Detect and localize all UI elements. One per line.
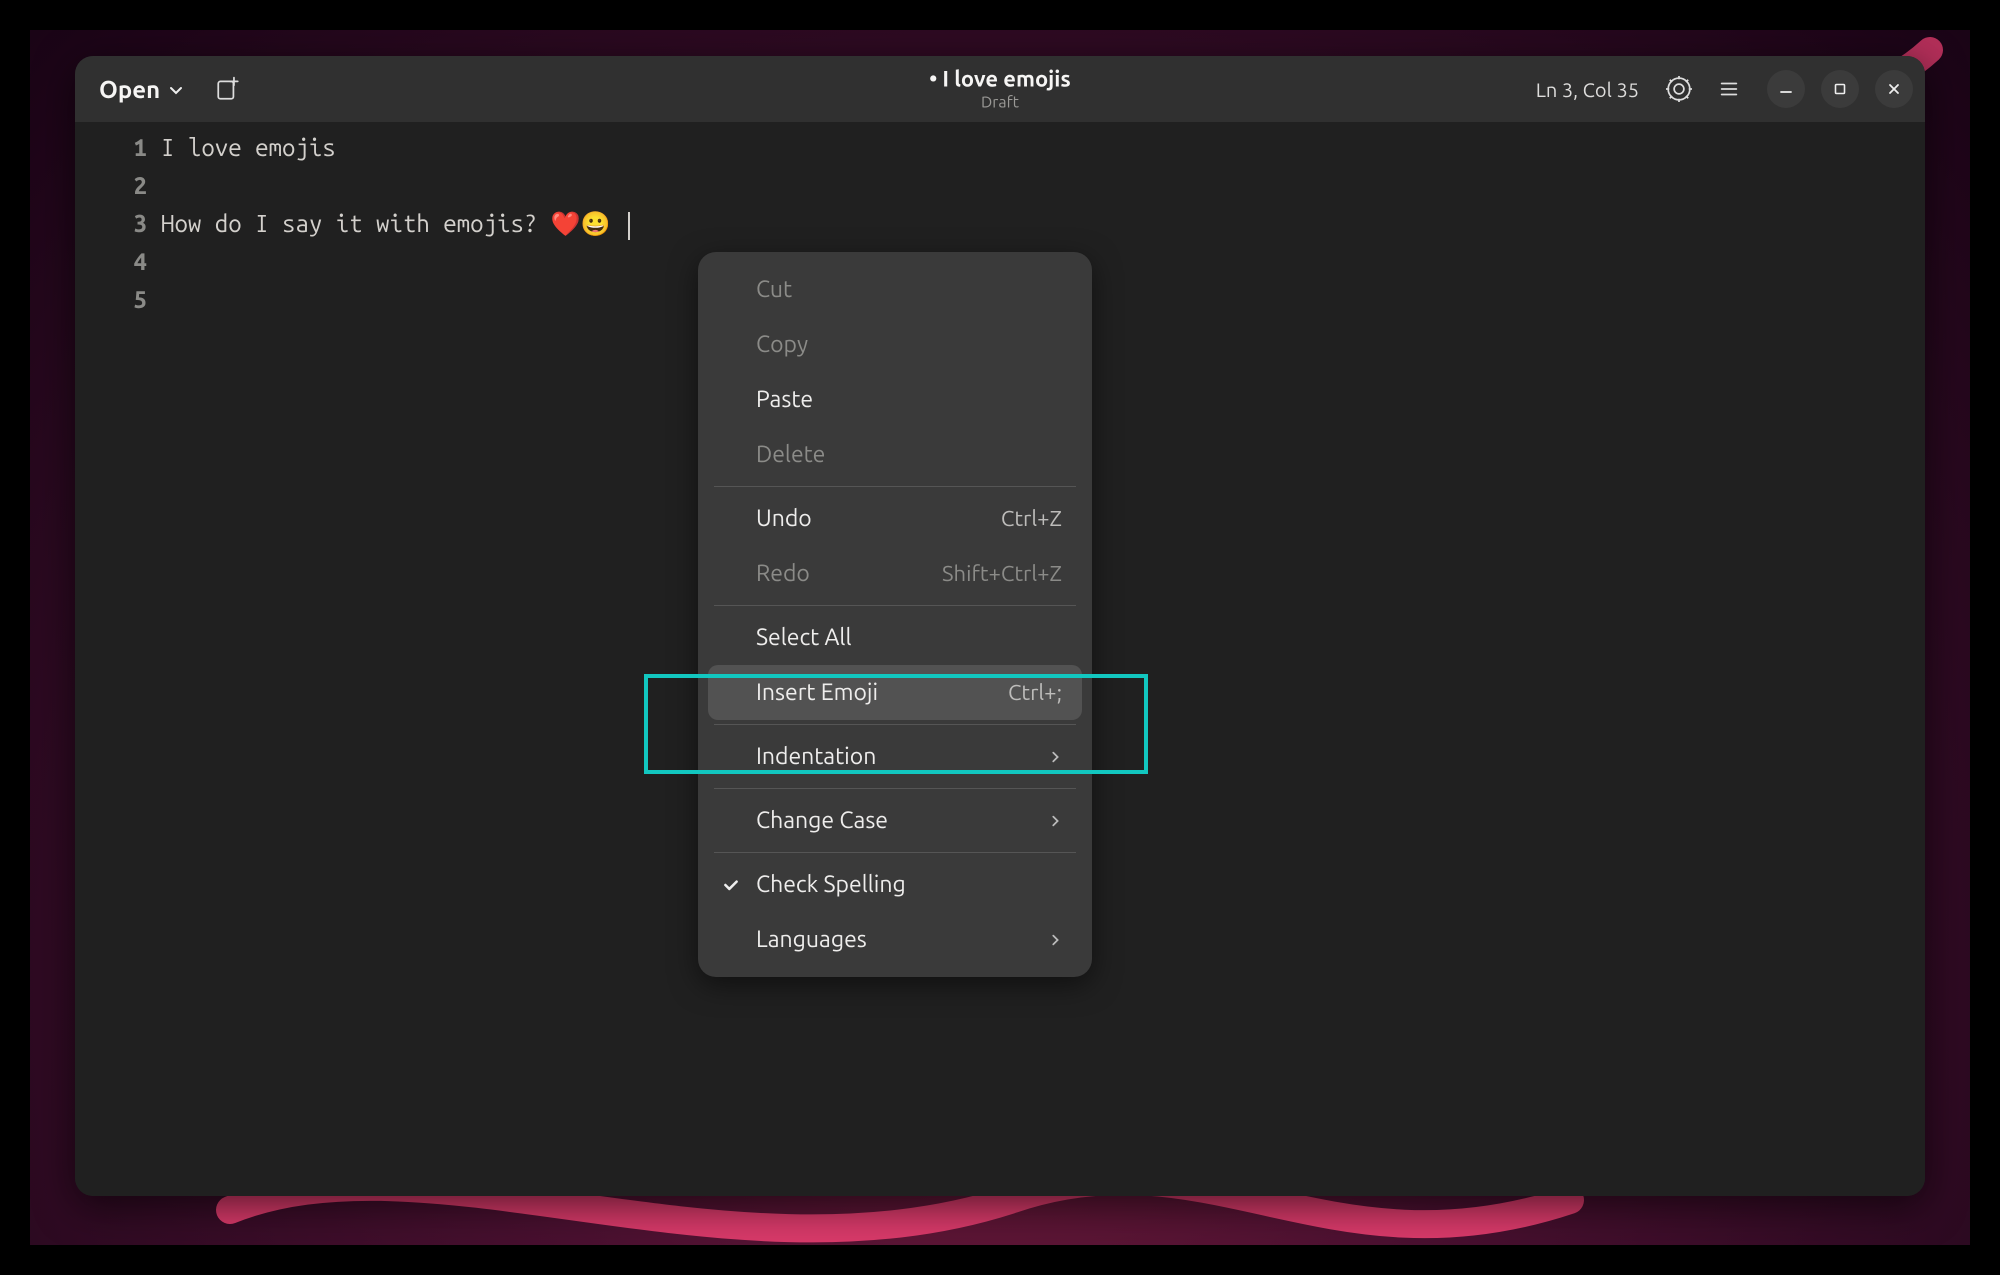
menu-separator [714, 605, 1076, 606]
editor-line[interactable]: 1 I love emojis [75, 134, 1925, 172]
settings-button[interactable] [1657, 67, 1701, 111]
line-number: 5 [75, 286, 161, 313]
close-button[interactable] [1875, 70, 1913, 108]
chevron-down-icon [168, 82, 184, 98]
menu-item-select-all[interactable]: Select All [708, 610, 1082, 665]
line-number: 4 [75, 248, 161, 275]
menu-item-undo[interactable]: Undo Ctrl+Z [708, 491, 1082, 546]
line-number: 3 [75, 210, 161, 237]
gear-icon [1666, 76, 1692, 102]
menu-item-insert-emoji[interactable]: Insert Emoji Ctrl+; [708, 665, 1082, 720]
context-menu: Cut Copy Paste Delete Undo Ctrl+Z Redo S… [698, 252, 1092, 977]
hamburger-icon [1718, 78, 1740, 100]
cursor-position[interactable]: Ln 3, Col 35 [1536, 78, 1639, 101]
check-icon [722, 876, 740, 894]
editor-line[interactable]: 2 [75, 172, 1925, 210]
menu-item-check-spelling[interactable]: Check Spelling [708, 857, 1082, 912]
menu-item-delete: Delete [708, 427, 1082, 482]
title-area: • I love emojis Draft [929, 67, 1071, 112]
minimize-button[interactable] [1767, 70, 1805, 108]
chevron-right-icon [1048, 933, 1062, 947]
menu-separator [714, 724, 1076, 725]
new-tab-icon [215, 76, 241, 102]
chevron-right-icon [1048, 750, 1062, 764]
line-number: 1 [75, 134, 161, 161]
text-cursor [628, 212, 630, 240]
close-icon [1886, 81, 1902, 97]
menu-separator [714, 788, 1076, 789]
header-bar: Open • I love emojis Draft Ln 3, Col 35 [75, 56, 1925, 122]
menu-item-copy: Copy [708, 317, 1082, 372]
maximize-icon [1832, 81, 1848, 97]
hamburger-menu-button[interactable] [1707, 67, 1751, 111]
menu-item-cut: Cut [708, 262, 1082, 317]
menu-item-languages[interactable]: Languages [708, 912, 1082, 967]
new-tab-button[interactable] [206, 67, 250, 111]
document-title: • I love emojis [929, 67, 1071, 92]
menu-item-redo: Redo Shift+Ctrl+Z [708, 546, 1082, 601]
menu-separator [714, 852, 1076, 853]
line-number: 2 [75, 172, 161, 199]
menu-item-paste[interactable]: Paste [708, 372, 1082, 427]
document-subtitle: Draft [929, 94, 1071, 112]
menu-item-indentation[interactable]: Indentation [708, 729, 1082, 784]
menu-separator [714, 486, 1076, 487]
maximize-button[interactable] [1821, 70, 1859, 108]
editor-line[interactable]: 3 How do I say it with emojis? ❤️😀 [75, 210, 1925, 248]
minimize-icon [1778, 81, 1794, 97]
menu-item-change-case[interactable]: Change Case [708, 793, 1082, 848]
open-button[interactable]: Open [87, 68, 196, 111]
chevron-right-icon [1048, 814, 1062, 828]
